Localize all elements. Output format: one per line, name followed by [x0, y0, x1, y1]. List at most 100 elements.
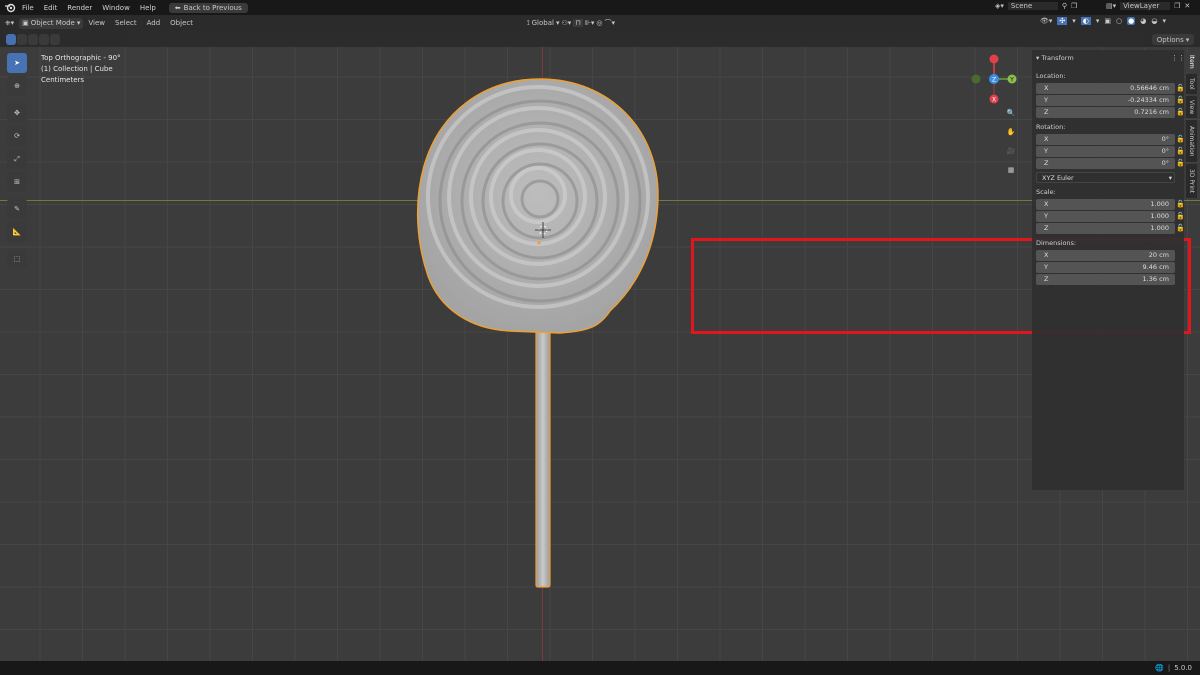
gizmo-toggle-icon[interactable]: ✣ — [1057, 17, 1068, 25]
rendered-shading-icon[interactable]: ◒ — [1151, 17, 1157, 25]
scale-tool-button[interactable]: ⤢ — [7, 149, 27, 169]
xray-toggle-icon[interactable]: ▣ — [1104, 17, 1111, 25]
menu-window[interactable]: Window — [97, 4, 135, 12]
tab-view[interactable]: View — [1186, 96, 1197, 118]
visibility-icon[interactable]: 👁▾ — [1040, 17, 1052, 25]
scene-selector[interactable]: ◈▾ Scene ⚲ ❐ — [995, 2, 1077, 10]
select-invert-icon[interactable] — [39, 34, 49, 45]
measure-tool-button[interactable]: 📐 — [7, 222, 27, 242]
camera-view-icon[interactable]: 🎥 — [1004, 144, 1018, 158]
snap-icon[interactable]: ⊓ — [573, 19, 583, 27]
ortho-grid-icon[interactable]: ▦ — [1004, 163, 1018, 177]
editor-type-dropdown[interactable]: ⎈▾ — [0, 19, 19, 28]
view-name: Top Orthographic - 90° — [41, 54, 121, 62]
editor-type-icon: ⎈▾ — [5, 18, 15, 27]
mode-dropdown[interactable]: ▣ Object Mode ▾ — [19, 17, 84, 29]
scene-name[interactable]: Scene — [1007, 2, 1058, 10]
scale-x-field[interactable]: X 1.000 — [1036, 199, 1175, 210]
menu-object[interactable]: Object — [165, 19, 198, 27]
dimensions-x-field[interactable]: X 20 cm — [1036, 250, 1175, 261]
rotation-z-field[interactable]: Z 0° — [1036, 158, 1175, 169]
location-x-field[interactable]: X 0.56646 cm — [1036, 83, 1175, 94]
menu-select[interactable]: Select — [110, 19, 142, 27]
tab-item[interactable]: Item — [1186, 52, 1197, 72]
blender-logo-icon[interactable] — [3, 2, 17, 14]
orientation-icon: ⟟ — [527, 18, 530, 27]
viewlayer-selector[interactable]: ▤▾ ViewLayer ❐ ✕ — [1106, 2, 1190, 10]
lock-icon[interactable]: 🔓 — [1176, 84, 1185, 92]
selection-mode-buttons — [6, 34, 60, 45]
lock-icon[interactable]: 🔓 — [1176, 135, 1185, 143]
menu-add[interactable]: Add — [142, 19, 166, 27]
navigation-gizmo[interactable]: Y Z X — [965, 52, 1021, 106]
overlays-dropdown-icon[interactable]: ▾ — [1096, 17, 1100, 25]
lock-icon[interactable]: 🔓 — [1176, 159, 1185, 167]
menu-render[interactable]: Render — [62, 4, 97, 12]
transform-header[interactable]: ▾ Transform — [1036, 54, 1074, 62]
dimensions-label: Dimensions: — [1036, 239, 1077, 247]
rotation-mode-dropdown[interactable]: XYZ Euler ▾ — [1036, 172, 1175, 183]
network-icon: 🌐 — [1155, 664, 1164, 672]
cursor-tool-button[interactable]: ⊕ — [7, 76, 27, 96]
lock-icon[interactable]: 🔓 — [1176, 212, 1185, 220]
viewlayer-name[interactable]: ViewLayer — [1120, 2, 1171, 10]
tab-tool[interactable]: Tool — [1186, 74, 1197, 94]
lock-icon[interactable]: 🔓 — [1176, 147, 1185, 155]
rotation-x-field[interactable]: X 0° — [1036, 134, 1175, 145]
menu-view[interactable]: View — [83, 19, 110, 27]
solid-shading-icon[interactable]: ● — [1127, 17, 1136, 25]
remove-viewlayer-icon[interactable]: ✕ — [1184, 2, 1190, 10]
rotation-y-field[interactable]: Y 0° — [1036, 146, 1175, 157]
select-extend-icon[interactable] — [17, 34, 27, 45]
tab-animation[interactable]: Animation — [1186, 120, 1197, 162]
options-dropdown[interactable]: Options ▾ — [1152, 34, 1194, 45]
chevron-down-icon: ▾ — [1185, 35, 1190, 44]
lollipop-mesh[interactable] — [410, 71, 670, 601]
material-shading-icon[interactable]: ◕ — [1140, 17, 1146, 25]
menu-edit[interactable]: Edit — [39, 4, 63, 12]
pan-hand-icon[interactable]: ✋ — [1004, 125, 1018, 139]
pivot-icon[interactable]: ⚇▾ — [561, 19, 571, 27]
overlays-toggle-icon[interactable]: ◐ — [1080, 17, 1091, 25]
drag-handle-icon[interactable]: ⋮⋮ — [1171, 54, 1185, 62]
dimensions-y-field[interactable]: Y 9.46 cm — [1036, 262, 1175, 273]
proportional-edit-icon[interactable]: ◎ — [596, 19, 602, 27]
shading-dropdown-icon[interactable]: ▾ — [1162, 17, 1166, 25]
rotate-tool-button[interactable]: ⟳ — [7, 126, 27, 146]
lock-icon[interactable]: 🔓 — [1176, 108, 1185, 116]
transform-orientation-dropdown[interactable]: ⟟ Global ▾ ⚇▾ ⊓ ⊪▾ ◎ ⌒▾ — [522, 18, 620, 28]
wireframe-shading-icon[interactable]: ○ — [1116, 17, 1122, 25]
active-collection: (1) Collection | Cube — [41, 65, 113, 73]
annotate-tool-button[interactable]: ✎ — [7, 199, 27, 219]
tab-3d-print[interactable]: 3D Print — [1186, 164, 1197, 198]
add-cube-tool-button[interactable]: ⬚ — [7, 249, 27, 269]
snap-target-icon[interactable]: ⊪▾ — [585, 19, 595, 27]
object-mode-icon: ▣ — [22, 19, 29, 27]
location-y-field[interactable]: Y -0.24334 cm — [1036, 95, 1175, 106]
scale-y-field[interactable]: Y 1.000 — [1036, 211, 1175, 222]
svg-text:Z: Z — [992, 77, 996, 84]
transform-tool-button[interactable]: ⊞ — [7, 172, 27, 192]
lock-icon[interactable]: 🔓 — [1176, 96, 1185, 104]
select-subtract-icon[interactable] — [28, 34, 38, 45]
gizmo-dropdown-icon[interactable]: ▾ — [1072, 17, 1076, 25]
copy-viewlayer-icon[interactable]: ❐ — [1174, 2, 1180, 10]
lock-icon[interactable]: 🔓 — [1176, 200, 1185, 208]
location-z-field[interactable]: Z 0.7216 cm — [1036, 107, 1175, 118]
select-tool-button[interactable]: ➤ — [7, 53, 27, 73]
dimensions-z-field[interactable]: Z 1.36 cm — [1036, 274, 1175, 285]
menu-file[interactable]: File — [17, 4, 39, 12]
zoom-icon[interactable]: 🔍 — [1004, 106, 1018, 120]
pin-icon[interactable]: ⚲ — [1062, 2, 1067, 10]
select-intersect-icon[interactable] — [50, 34, 60, 45]
move-tool-button[interactable]: ✥ — [7, 103, 27, 123]
back-to-previous-button[interactable]: ⬅ Back to Previous — [168, 2, 248, 13]
copy-icon[interactable]: ❐ — [1071, 2, 1077, 10]
lock-icon[interactable]: 🔓 — [1176, 224, 1185, 232]
scale-z-field[interactable]: Z 1.000 — [1036, 223, 1175, 234]
viewlayer-icon: ▤▾ — [1106, 2, 1117, 10]
falloff-icon[interactable]: ⌒▾ — [604, 18, 615, 28]
select-new-icon[interactable] — [6, 34, 16, 45]
menu-help[interactable]: Help — [135, 4, 161, 12]
3d-viewport[interactable] — [0, 31, 1200, 661]
